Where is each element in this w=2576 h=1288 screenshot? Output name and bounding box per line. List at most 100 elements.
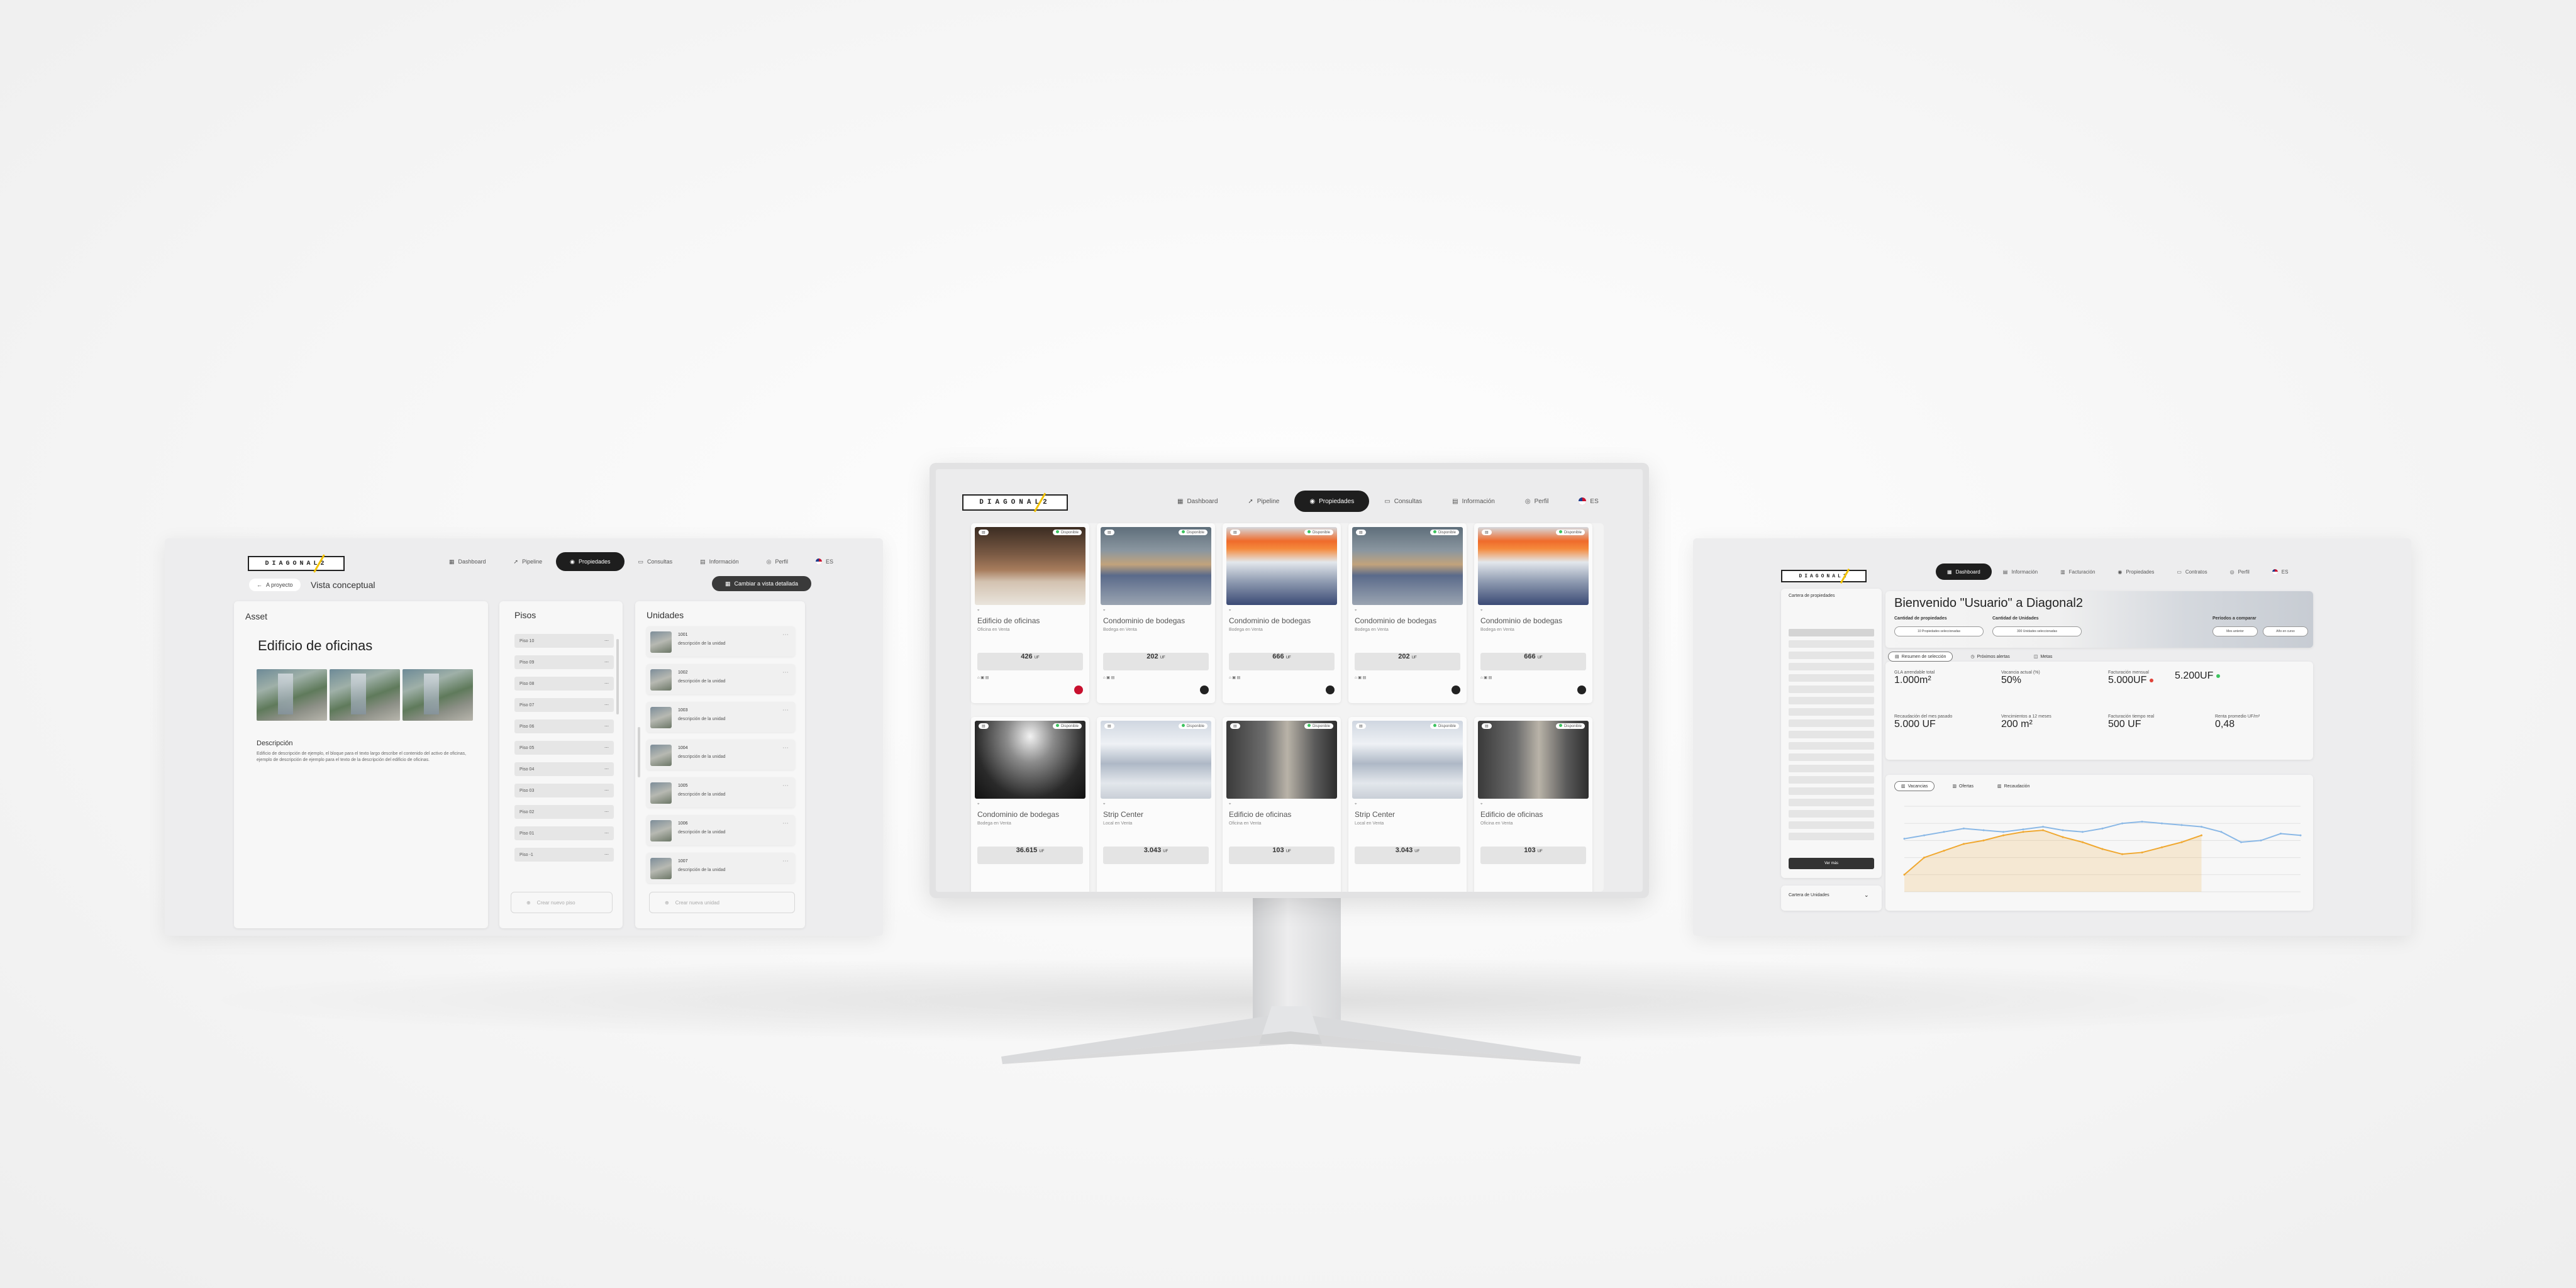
floor-item[interactable]: Piso 01 ⋯ [514,826,614,840]
data-point[interactable] [2062,829,2064,831]
nav-perfil[interactable]: ◎ Perfil [1510,491,1564,512]
data-point[interactable] [2042,829,2044,831]
nav-dashboard[interactable]: ▦ Dashboard [1162,491,1233,512]
unit-item[interactable]: 1003 descripción de la unidad ⋯ [647,702,795,732]
data-point[interactable] [2042,826,2044,828]
nav-dashboard[interactable]: ▦ Dashboard [1936,564,1992,580]
data-point[interactable] [2180,841,2183,843]
data-point[interactable] [2201,834,2202,836]
portfolio-row[interactable] [1789,810,1874,818]
floor-item[interactable]: Piso 07 ⋯ [514,698,614,712]
data-point[interactable] [1982,839,1985,841]
floors-scrollbar[interactable] [616,639,619,714]
add-unit-button[interactable]: ⊕ Crear nueva unidad [649,892,795,913]
data-point[interactable] [2260,839,2262,841]
data-point[interactable] [2161,822,2163,824]
floor-item[interactable]: Piso 10 ⋯ [514,634,614,648]
nav-propiedades[interactable]: ◉ Propiedades [2106,564,2165,580]
floor-item[interactable]: Piso 08 ⋯ [514,677,614,691]
nav-facturacion[interactable]: ▥ Facturación [2049,564,2106,580]
data-point[interactable] [1923,834,1925,836]
data-point[interactable] [1923,857,1925,859]
data-point[interactable] [2002,831,2004,833]
floor-item[interactable]: Piso 03 ⋯ [514,784,614,797]
asset-photo[interactable] [330,669,400,721]
portfolio-row[interactable] [1789,652,1874,659]
asset-photo[interactable] [257,669,327,721]
floor-item[interactable]: Piso 02 ⋯ [514,805,614,819]
property-card[interactable]: ▤ Disponible ⌖ Edificio de oficinas Ofic… [1223,717,1341,892]
nav-consultas[interactable]: ▭ Consultas [1369,491,1437,512]
property-card[interactable]: ▤ Disponible ⌖ Condominio de bodegas Bod… [1223,523,1341,703]
data-point[interactable] [1963,827,1965,830]
data-point[interactable] [2101,827,2104,830]
add-floor-button[interactable]: ⊕ Crear nuevo piso [511,892,613,913]
tab-alerts[interactable]: ◷ Próximos alertas [1964,652,2016,662]
property-card[interactable]: ▤ Disponible ⌖ Edificio de oficinas Ofic… [1474,717,1592,892]
data-point[interactable] [1903,838,1906,840]
data-point[interactable] [2141,851,2143,853]
data-point[interactable] [2240,841,2242,843]
property-card[interactable]: ▤ Disponible ⌖ Edificio de oficinas Ofic… [971,523,1089,703]
unit-item[interactable]: 1006 descripción de la unidad ⋯ [647,815,795,845]
nav-propiedades[interactable]: ◉ Propiedades [1294,491,1370,512]
data-point[interactable] [2062,836,2064,838]
data-point[interactable] [2299,834,2302,836]
asset-photo[interactable] [402,669,473,721]
portfolio-row[interactable] [1789,776,1874,784]
data-point[interactable] [2201,826,2202,828]
more-icon[interactable]: ⋯ [782,820,789,827]
unit-item[interactable]: 1007 descripción de la unidad ⋯ [647,853,795,883]
data-point[interactable] [1963,843,1965,845]
portfolio-row[interactable] [1789,731,1874,738]
portfolio-row[interactable] [1789,787,1874,795]
agent-avatar[interactable] [1074,686,1083,694]
unit-item[interactable]: 1001 descripción de la unidad ⋯ [647,626,795,657]
portfolio-row[interactable] [1789,663,1874,670]
nav-consultas[interactable]: ▭ Consultas [625,552,687,571]
nav-pipeline[interactable]: ➚ Pipeline [500,552,557,571]
tab-vacancias[interactable]: ▥ Vacancias [1894,781,1935,791]
tab-recaudacion[interactable]: ▥ Recaudación [1991,781,2036,791]
data-point[interactable] [2161,846,2163,848]
tab-summary[interactable]: ▤ Resumen de selección [1888,652,1953,662]
data-point[interactable] [1982,829,1985,831]
properties-selector[interactable]: 10 Propiedades seleccionadas [1894,626,1984,636]
nav-pipeline[interactable]: ➚ Pipeline [1233,491,1294,512]
view-more-button[interactable]: Ver más [1789,858,1874,869]
units-scrollbar[interactable] [638,727,640,777]
more-icon[interactable]: ⋯ [782,858,789,865]
property-card[interactable]: ▤ Disponible ⌖ Strip Center Local en Ven… [1097,717,1215,892]
property-card[interactable]: ▤ Disponible ⌖ Condominio de bodegas Bod… [1348,523,1467,703]
portfolio-row[interactable] [1789,629,1874,636]
floor-item[interactable]: Piso 06 ⋯ [514,719,614,733]
portfolio-row[interactable] [1789,765,1874,772]
period-b-selector[interactable]: Año en curso [2263,626,2308,636]
brand-logo[interactable]: DIAGONAL2 [962,492,1068,513]
data-point[interactable] [1903,874,1906,876]
language-selector[interactable]: ES [802,552,847,571]
property-card[interactable]: ▤ Disponible ⌖ Condominio de bodegas Bod… [1097,523,1215,703]
nav-perfil[interactable]: ◎ Perfil [753,552,802,571]
more-icon[interactable]: ⋯ [782,707,789,714]
portfolio-row[interactable] [1789,799,1874,806]
unit-item[interactable]: 1005 descripción de la unidad ⋯ [647,777,795,808]
agent-avatar[interactable] [1326,686,1335,694]
floor-item[interactable]: Piso 09 ⋯ [514,655,614,669]
data-point[interactable] [2141,820,2143,823]
data-point[interactable] [2101,848,2104,850]
agent-avatar[interactable] [1577,686,1586,694]
language-selector[interactable]: ES [2261,564,2300,580]
unit-item[interactable]: 1004 descripción de la unidad ⋯ [647,740,795,770]
units-portfolio-toggle[interactable]: Cartera de Unidades ⌄ [1781,886,1882,911]
nav-dashboard[interactable]: ▦ Dashboard [435,552,500,571]
portfolio-row[interactable] [1789,742,1874,750]
data-point[interactable] [2180,824,2183,826]
data-point[interactable] [2022,828,2024,831]
more-icon[interactable]: ⋯ [782,669,789,676]
data-point[interactable] [2082,841,2084,843]
nav-informacion[interactable]: ▤ Información [1992,564,2049,580]
portfolio-row[interactable] [1789,640,1874,648]
portfolio-row[interactable] [1789,686,1874,693]
portfolio-row[interactable] [1789,833,1874,840]
